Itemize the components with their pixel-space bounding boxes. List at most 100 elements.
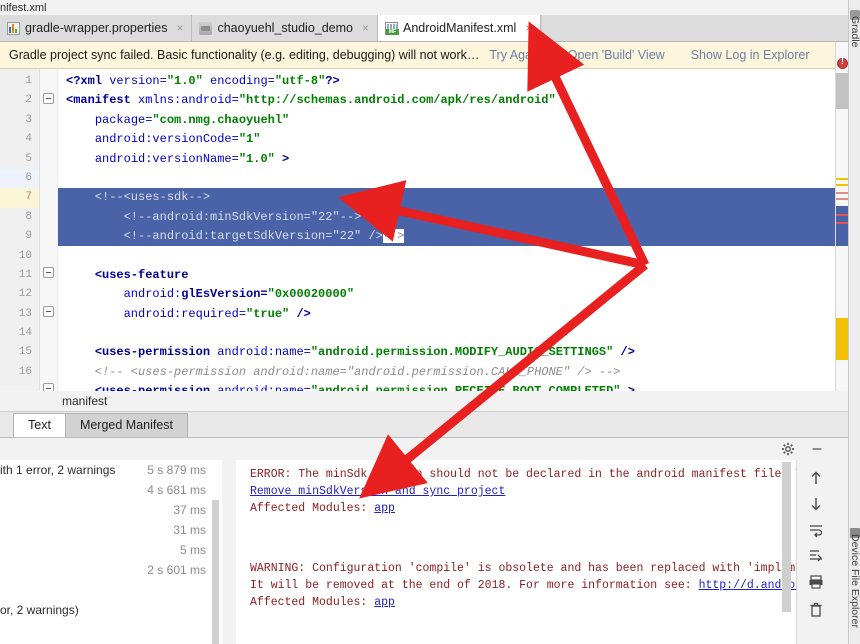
tabbar-empty-area xyxy=(541,15,860,41)
code-text-area[interactable]: <?xml version="1.0" encoding="utf-8"?> <… xyxy=(58,69,835,391)
arrow-up-icon[interactable] xyxy=(808,470,824,486)
tool-window-gradle[interactable]: Gradle xyxy=(849,16,860,56)
tree-row[interactable]: 4 s 681 ms xyxy=(0,480,222,500)
code-line-2: <manifest xmlns:android="http://schemas.… xyxy=(66,93,556,108)
line-number-gutter: 1 2 3 4 5 6 7 8 9 10 11 12 13 14 15 16 xyxy=(0,69,40,391)
stripe-warning-block xyxy=(836,318,848,360)
build-panel-splitter[interactable] xyxy=(222,460,236,644)
line-number: 8 xyxy=(25,210,32,223)
tree-row[interactable] xyxy=(0,620,222,640)
fold-toggle-icon[interactable] xyxy=(43,306,54,317)
tab-label: gradle-wrapper.properties xyxy=(25,21,168,35)
affected-module-app-link[interactable]: app xyxy=(374,596,395,609)
build-detail-blank xyxy=(236,534,796,551)
properties-file-icon xyxy=(7,21,20,35)
code-line-13: android:required="true" /> xyxy=(123,306,311,321)
tool-window-device-file-explorer[interactable]: Device File Explorer xyxy=(849,534,860,628)
tab-close-icon[interactable]: × xyxy=(525,21,532,35)
stripe-error-mark xyxy=(836,198,848,200)
code-line-7: <!--<uses-sdk--> xyxy=(66,190,211,205)
android-studio-window: nifest.xml gradle-wrapper.properties × c… xyxy=(0,0,860,644)
fold-toggle-icon[interactable] xyxy=(43,267,54,278)
editor-tab-chaoyuehl-studio-demo[interactable]: chaoyuehl_studio_demo × xyxy=(192,15,379,41)
remove-minsdkversion-link[interactable]: Remove minSdkVersion and sync project xyxy=(250,485,505,498)
tree-row-time: 5 s 879 ms xyxy=(147,463,206,477)
code-line-15: <uses-permission android:name="android.p… xyxy=(94,345,635,360)
build-detail-scrollbar[interactable] xyxy=(782,462,791,612)
tree-row-time: 5 ms xyxy=(179,543,206,557)
soft-wrap-icon[interactable] xyxy=(808,522,824,538)
tab-label: AndroidManifest.xml xyxy=(403,21,517,35)
code-line-12: android:glEsVersion="0x00020000" xyxy=(123,287,355,302)
print-icon[interactable] xyxy=(808,574,824,590)
line-number: 2 xyxy=(25,94,32,107)
code-line-4: android:versionCode="1" xyxy=(94,132,261,147)
build-output-tree[interactable]: ith 1 error, 2 warnings 5 s 879 ms 4 s 68… xyxy=(0,460,222,644)
tree-row[interactable]: 31 ms xyxy=(0,520,222,540)
build-panel-side-toolbar xyxy=(796,460,834,644)
gradle-sync-failed-banner: Gradle project sync failed. Basic functi… xyxy=(0,42,835,69)
build-detail-line: WARNING: Configuration 'compile' is obso… xyxy=(250,562,796,575)
tree-row[interactable]: the android manifest file. xyxy=(0,640,222,644)
tab-close-icon[interactable]: × xyxy=(176,21,183,35)
editor-tab-androidmanifest-xml[interactable]: AndroidManifest.xml × xyxy=(378,15,542,41)
line-number: 11 xyxy=(18,268,32,281)
try-again-link[interactable]: Try Again xyxy=(489,48,541,62)
build-tool-window: ith 1 error, 2 warnings 5 s 879 ms 4 s 68… xyxy=(0,438,848,644)
build-detail-text: It will be removed at the end of 2018. F… xyxy=(250,579,699,592)
open-build-view-link[interactable]: Open 'Build' View xyxy=(568,48,665,62)
line-number: 4 xyxy=(25,133,32,146)
build-panel-toolbar xyxy=(775,438,835,462)
code-folding-gutter[interactable] xyxy=(40,69,58,394)
tree-row[interactable]: or, 2 warnings) xyxy=(0,600,222,620)
minimize-icon[interactable] xyxy=(810,442,824,456)
line-number: 15 xyxy=(18,346,32,359)
xml-breadcrumb-bar[interactable]: manifest xyxy=(0,391,848,412)
line-number: 6 xyxy=(0,168,39,189)
tree-row[interactable]: 2 s 601 ms xyxy=(0,560,222,580)
sync-banner-message: Gradle project sync failed. Basic functi… xyxy=(9,48,480,62)
show-log-in-explorer-link[interactable]: Show Log in Explorer xyxy=(691,48,810,62)
code-line-16: <!-- <uses-permission android:name="andr… xyxy=(66,364,621,379)
build-detail-line: It will be removed at the end of 2018. F… xyxy=(236,577,796,594)
code-line-1: <?xml version="1.0" encoding="utf-8"?> xyxy=(66,74,340,88)
code-editor[interactable]: 1 2 3 4 5 6 7 8 9 10 11 12 13 14 15 16 <… xyxy=(0,69,835,394)
tab-close-icon[interactable]: × xyxy=(362,21,369,35)
tree-row[interactable]: 37 ms xyxy=(0,500,222,520)
editor-tab-gradle-wrapper-properties[interactable]: gradle-wrapper.properties × xyxy=(0,15,193,41)
arrow-down-icon[interactable] xyxy=(808,496,824,512)
gear-icon[interactable] xyxy=(781,442,795,456)
code-line-8: <!--android:minSdkVersion="22"--> xyxy=(66,209,362,224)
tree-row[interactable]: 5 ms xyxy=(0,540,222,560)
error-count-icon[interactable] xyxy=(837,57,848,69)
tree-row[interactable] xyxy=(0,580,222,600)
fold-toggle-icon[interactable] xyxy=(43,93,54,104)
line-number: 10 xyxy=(18,249,32,262)
editor-scrollbar-thumb[interactable] xyxy=(836,73,848,109)
stripe-selection-mark xyxy=(836,206,848,246)
build-output-details[interactable]: ERROR: The minSdk version should not be … xyxy=(236,460,796,644)
line-number: 1 xyxy=(25,75,32,87)
tree-row[interactable]: ith 1 error, 2 warnings 5 s 879 ms xyxy=(0,460,222,480)
build-detail-line: ERROR: The minSdk version should not be … xyxy=(250,468,796,481)
subtab-text[interactable]: Text xyxy=(13,413,66,437)
scroll-to-end-icon[interactable] xyxy=(808,548,824,564)
build-tree-scrollbar[interactable] xyxy=(212,500,219,644)
code-line-11: <uses-feature xyxy=(94,267,189,282)
build-detail-link-line[interactable]: Remove minSdkVersion and sync project xyxy=(236,483,796,500)
subtab-merged-manifest[interactable]: Merged Manifest xyxy=(64,413,189,437)
trash-icon[interactable] xyxy=(808,602,824,618)
editor-tabbar: gradle-wrapper.properties × chaoyuehl_st… xyxy=(0,15,860,42)
selected-code-block[interactable]: <!--<uses-sdk--> <!--android:minSdkVersi… xyxy=(58,188,835,247)
tab-label: chaoyuehl_studio_demo xyxy=(217,21,353,35)
stripe-error-mark xyxy=(836,214,848,216)
line-number: 9 xyxy=(25,230,32,243)
stripe-warning-mark xyxy=(836,178,848,180)
code-line-17: <uses-permission android:name="android.p… xyxy=(58,382,835,391)
line-number: 16 xyxy=(18,365,32,378)
affected-module-app-link[interactable]: app xyxy=(374,502,395,515)
right-tool-window-rail: Gradle Device File Explorer xyxy=(848,0,860,644)
manifest-file-icon xyxy=(385,21,400,35)
